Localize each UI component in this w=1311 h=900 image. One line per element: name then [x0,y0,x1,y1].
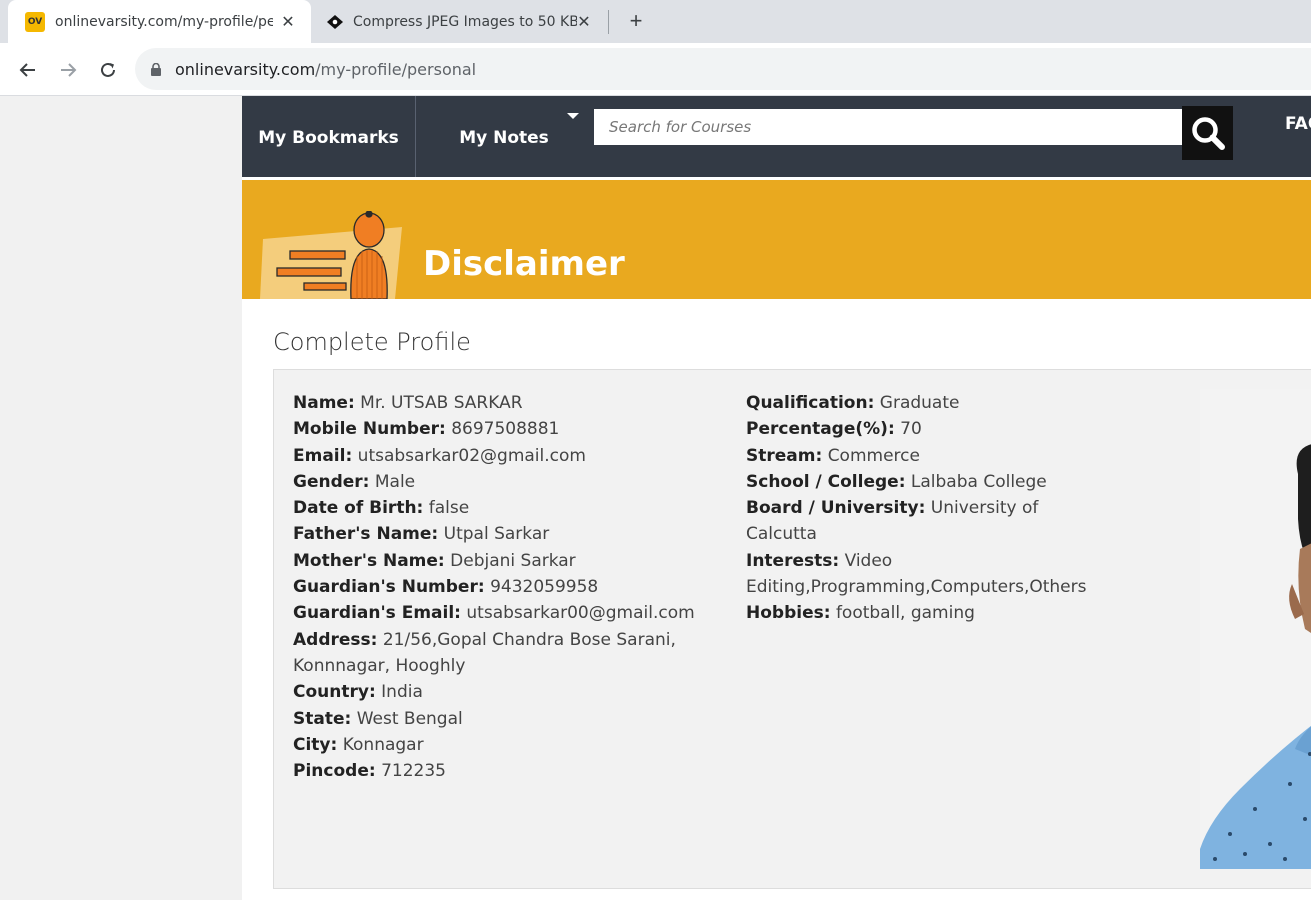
profile-field-row: Guardian's Email: utsabsarkar00@gmail.co… [293,600,713,626]
person-document-illustration [260,211,402,299]
personal-details-column: Name: Mr. UTSAB SARKAR Mobile Number: 869… [293,390,713,784]
field-label: Qualification: [746,393,875,413]
nav-my-notes[interactable]: My Notes [417,96,591,177]
field-value: Mr. UTSAB SARKAR [360,393,523,413]
close-icon[interactable]: ✕ [278,11,298,31]
profile-field-row: School / College: Lalbaba College [746,469,1106,495]
field-label: Guardian's Email: [293,603,461,624]
field-label: Name: [293,393,355,413]
profile-field-row: Board / University: University of Calcut… [746,495,1106,548]
back-arrow-icon[interactable] [15,57,41,83]
browser-tab-inactive[interactable]: Compress JPEG Images to 50 KB ✕ [311,0,607,43]
browser-tab-active[interactable]: OV onlinevarsity.com/my-profile/personal… [8,0,311,43]
field-value: India [381,682,423,703]
field-value: 8697508881 [451,419,560,440]
diamond-logo-icon [325,12,345,32]
new-tab-icon[interactable]: + [624,8,648,33]
profile-field-row: Country: India [293,679,713,705]
field-value: Graduate [879,393,960,413]
url-host: onlinevarsity.com [175,59,316,79]
field-value: 9432059958 [490,577,599,598]
profile-field-row: Address: 21/56,Gopal Chandra Bose Sarani… [293,627,713,680]
disclaimer-banner: Disclaimer [242,180,1311,299]
profile-field-row: Pincode: 712235 [293,758,713,784]
field-value: 70 [900,419,922,440]
profile-field-row: Email: utsabsarkar02@gmail.com [293,443,713,469]
field-label: Father's Name: [293,524,439,545]
tab-title: onlinevarsity.com/my-profile/personal [55,13,273,30]
field-value: football, gaming [835,603,975,624]
field-value: Utpal Sarkar [443,524,550,545]
field-label: Interests: [746,550,840,571]
profile-field-row: Guardian's Number: 9432059958 [293,574,713,600]
profile-field-row: Percentage(%): 70 [746,416,1106,442]
field-label: Email: [293,445,353,466]
profile-field-row: Interests: Video Editing,Programming,Com… [746,548,1106,601]
field-label: Hobbies: [746,603,831,624]
address-bar[interactable]: onlinevarsity.com/my-profile/personal [135,48,1311,90]
field-label: City: [293,734,338,755]
field-label: Percentage(%): [746,419,895,440]
profile-field-row: Mobile Number: 8697508881 [293,416,713,442]
profile-photo [1200,389,1311,869]
profile-details-card: Name: Mr. UTSAB SARKAR Mobile Number: 869… [273,369,1311,889]
nav-my-bookmarks[interactable]: My Bookmarks [242,96,416,177]
tab-divider [608,10,609,34]
education-details-column: Qualification: Graduate Percentage(%): 70… [746,390,1106,627]
field-value: Male [374,471,416,492]
field-label: Stream: [746,445,823,466]
field-value: 712235 [381,761,446,782]
tab-title: Compress JPEG Images to 50 KB [353,13,577,30]
field-label: Mobile Number: [293,419,446,440]
page-left-gutter [0,96,242,900]
field-label: Address: [293,629,378,650]
profile-field-row: Date of Birth: false [293,495,713,521]
nav-faq[interactable]: FAQ [1285,114,1311,134]
lock-icon [151,62,161,76]
field-value: Konnagar [342,734,424,755]
close-icon[interactable]: ✕ [574,11,594,31]
site-navbar: My Bookmarks My Notes FAQ [242,96,1311,177]
profile-field-row: Gender: Male [293,469,713,495]
field-value: Lalbaba College [910,471,1047,492]
profile-field-row: Qualification: Graduate [746,390,1106,416]
field-label: State: [293,708,352,729]
search-button[interactable] [1182,106,1233,160]
field-value: Commerce [827,445,920,466]
profile-field-row: Name: Mr. UTSAB SARKAR [293,390,713,416]
profile-field-row: City: Konnagar [293,732,713,758]
browser-tabstrip: OV onlinevarsity.com/my-profile/personal… [0,0,1311,43]
field-label: Country: [293,682,376,703]
page-title: Complete Profile [273,328,471,356]
field-value: West Bengal [356,708,463,729]
field-label: Mother's Name: [293,550,445,571]
banner-title: Disclaimer [423,244,625,284]
profile-field-row: Father's Name: Utpal Sarkar [293,521,713,547]
forward-arrow-icon[interactable] [55,57,81,83]
profile-field-row: Mother's Name: Debjani Sarkar [293,548,713,574]
field-label: Gender: [293,471,370,492]
field-label: Board / University: [746,498,926,519]
caret-down-icon[interactable] [567,113,579,119]
field-value: utsabsarkar00@gmail.com [466,603,695,624]
profile-field-row: State: West Bengal [293,706,713,732]
field-label: Pincode: [293,761,376,782]
field-label: Guardian's Number: [293,577,485,598]
profile-field-row: Stream: Commerce [746,443,1106,469]
field-label: School / College: [746,471,906,492]
field-label: Date of Birth: [293,498,424,519]
url-path: /my-profile/personal [315,59,477,79]
field-value: false [428,498,470,519]
profile-field-row: Hobbies: football, gaming [746,600,1106,626]
reload-icon[interactable] [95,57,121,83]
search-icon [1190,115,1226,151]
browser-toolbar: onlinevarsity.com/my-profile/personal [0,43,1311,96]
field-value: utsabsarkar02@gmail.com [357,445,586,466]
field-value: Debjani Sarkar [450,550,576,571]
ov-logo-icon: OV [25,11,45,32]
course-search-input[interactable] [594,109,1184,145]
